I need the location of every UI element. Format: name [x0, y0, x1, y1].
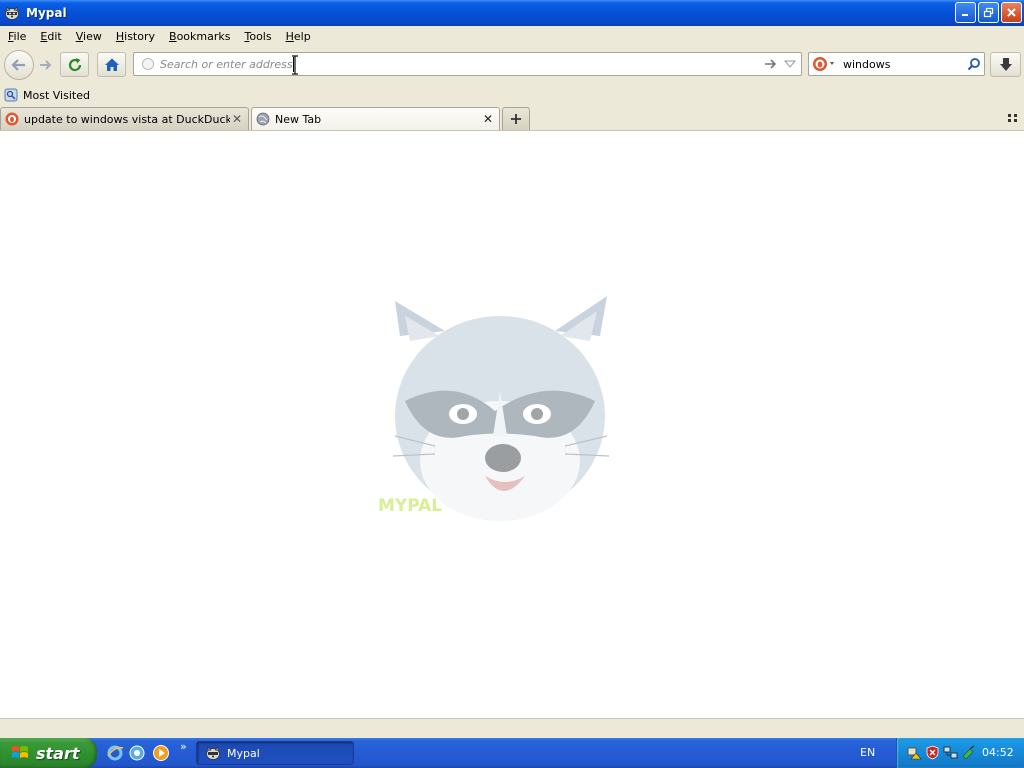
- all-tabs-grid-icon[interactable]: [1006, 111, 1020, 125]
- menu-file[interactable]: File: [2, 30, 32, 43]
- show-desktop-icon[interactable]: [128, 744, 146, 762]
- search-bar[interactable]: windows: [808, 52, 985, 76]
- tab-label: update to windows vista at DuckDuckGo: [24, 112, 230, 126]
- start-button[interactable]: start: [0, 738, 97, 768]
- restore-button[interactable]: [978, 2, 999, 23]
- back-forward-group: [4, 50, 58, 80]
- bookmark-label: Most Visited: [23, 88, 90, 102]
- menu-bar: File Edit View History Bookmarks Tools H…: [0, 26, 1024, 46]
- smart-bookmark-icon: [4, 88, 18, 102]
- minimize-icon: [962, 14, 968, 16]
- safely-remove-hardware-icon[interactable]: [961, 745, 976, 760]
- bookmarks-toolbar: Most Visited: [0, 84, 1024, 106]
- internet-explorer-icon[interactable]: [106, 744, 124, 762]
- language-indicator[interactable]: EN: [860, 746, 875, 759]
- window-title: Mypal: [26, 6, 67, 20]
- home-icon: [104, 58, 119, 71]
- system-clock[interactable]: 04:52: [982, 746, 1014, 759]
- forward-arrow-icon: [40, 60, 52, 70]
- mypal-app-icon: [5, 6, 19, 20]
- menu-tools[interactable]: Tools: [238, 30, 277, 43]
- taskbar: start » Mypal EN 04:52: [0, 738, 1024, 768]
- magnifier-icon: [967, 58, 980, 71]
- menu-bookmarks[interactable]: Bookmarks: [163, 30, 236, 43]
- address-bar[interactable]: [133, 52, 802, 76]
- search-input[interactable]: windows: [843, 58, 964, 71]
- network-connections-icon[interactable]: [943, 745, 958, 760]
- tab-label: New Tab: [275, 112, 322, 126]
- restore-icon: [983, 7, 994, 18]
- menu-help[interactable]: Help: [280, 30, 317, 43]
- minimize-button[interactable]: [955, 2, 976, 23]
- mypal-app-icon: [206, 746, 220, 760]
- search-engine-selector[interactable]: [809, 53, 839, 75]
- menu-view[interactable]: View: [70, 30, 108, 43]
- new-tab-button[interactable]: [502, 107, 530, 130]
- ibeam-cursor: [292, 55, 298, 75]
- close-icon: [1007, 8, 1016, 17]
- quick-launch-more-icon[interactable]: »: [180, 740, 187, 753]
- raccoon-logo: [392, 296, 610, 521]
- status-bar: [0, 718, 1024, 738]
- downloads-button[interactable]: [990, 52, 1021, 77]
- forward-button[interactable]: [34, 53, 58, 77]
- network-warning-icon[interactable]: [907, 745, 922, 760]
- window-controls: [955, 2, 1022, 23]
- start-label: start: [36, 743, 80, 763]
- back-button[interactable]: [4, 50, 34, 80]
- back-arrow-icon: [11, 59, 25, 71]
- taskbar-item-label: Mypal: [227, 746, 260, 760]
- navigation-toolbar: windows: [0, 46, 1024, 84]
- duckduckgo-icon: [5, 112, 19, 126]
- download-arrow-icon: [999, 57, 1012, 71]
- mascot-wordmark: MYPAL: [378, 496, 443, 516]
- taskbar-item-mypal[interactable]: Mypal: [196, 741, 354, 765]
- home-button[interactable]: [97, 52, 126, 77]
- media-player-icon[interactable]: [152, 744, 170, 762]
- page-content: MYPAL: [0, 130, 1024, 718]
- site-identity-icon[interactable]: [142, 58, 154, 70]
- url-history-dropdown-icon[interactable]: [784, 59, 796, 69]
- tab-new-tab[interactable]: New Tab ✕: [251, 107, 500, 130]
- search-button[interactable]: [964, 57, 984, 71]
- tab-strip: update to windows vista at DuckDuckGo ✕ …: [0, 106, 1024, 130]
- tab-duckduckgo[interactable]: update to windows vista at DuckDuckGo ✕: [0, 107, 249, 130]
- reload-button[interactable]: [60, 52, 89, 77]
- tab-close-icon[interactable]: ✕: [230, 112, 244, 126]
- go-arrow-icon[interactable]: [763, 56, 779, 72]
- bookmark-most-visited[interactable]: Most Visited: [4, 88, 90, 102]
- menu-history[interactable]: History: [110, 30, 161, 43]
- globe-icon: [256, 112, 270, 126]
- plus-icon: [511, 114, 521, 124]
- reload-icon: [68, 57, 81, 71]
- tab-close-icon[interactable]: ✕: [481, 112, 495, 126]
- windows-flag-icon: [12, 746, 28, 758]
- menu-edit[interactable]: Edit: [34, 30, 67, 43]
- close-window-button[interactable]: [1001, 2, 1022, 23]
- security-shield-icon[interactable]: [925, 745, 940, 760]
- duckduckgo-icon: [813, 57, 834, 71]
- url-input[interactable]: [160, 57, 740, 71]
- window-titlebar[interactable]: Mypal: [0, 0, 1024, 26]
